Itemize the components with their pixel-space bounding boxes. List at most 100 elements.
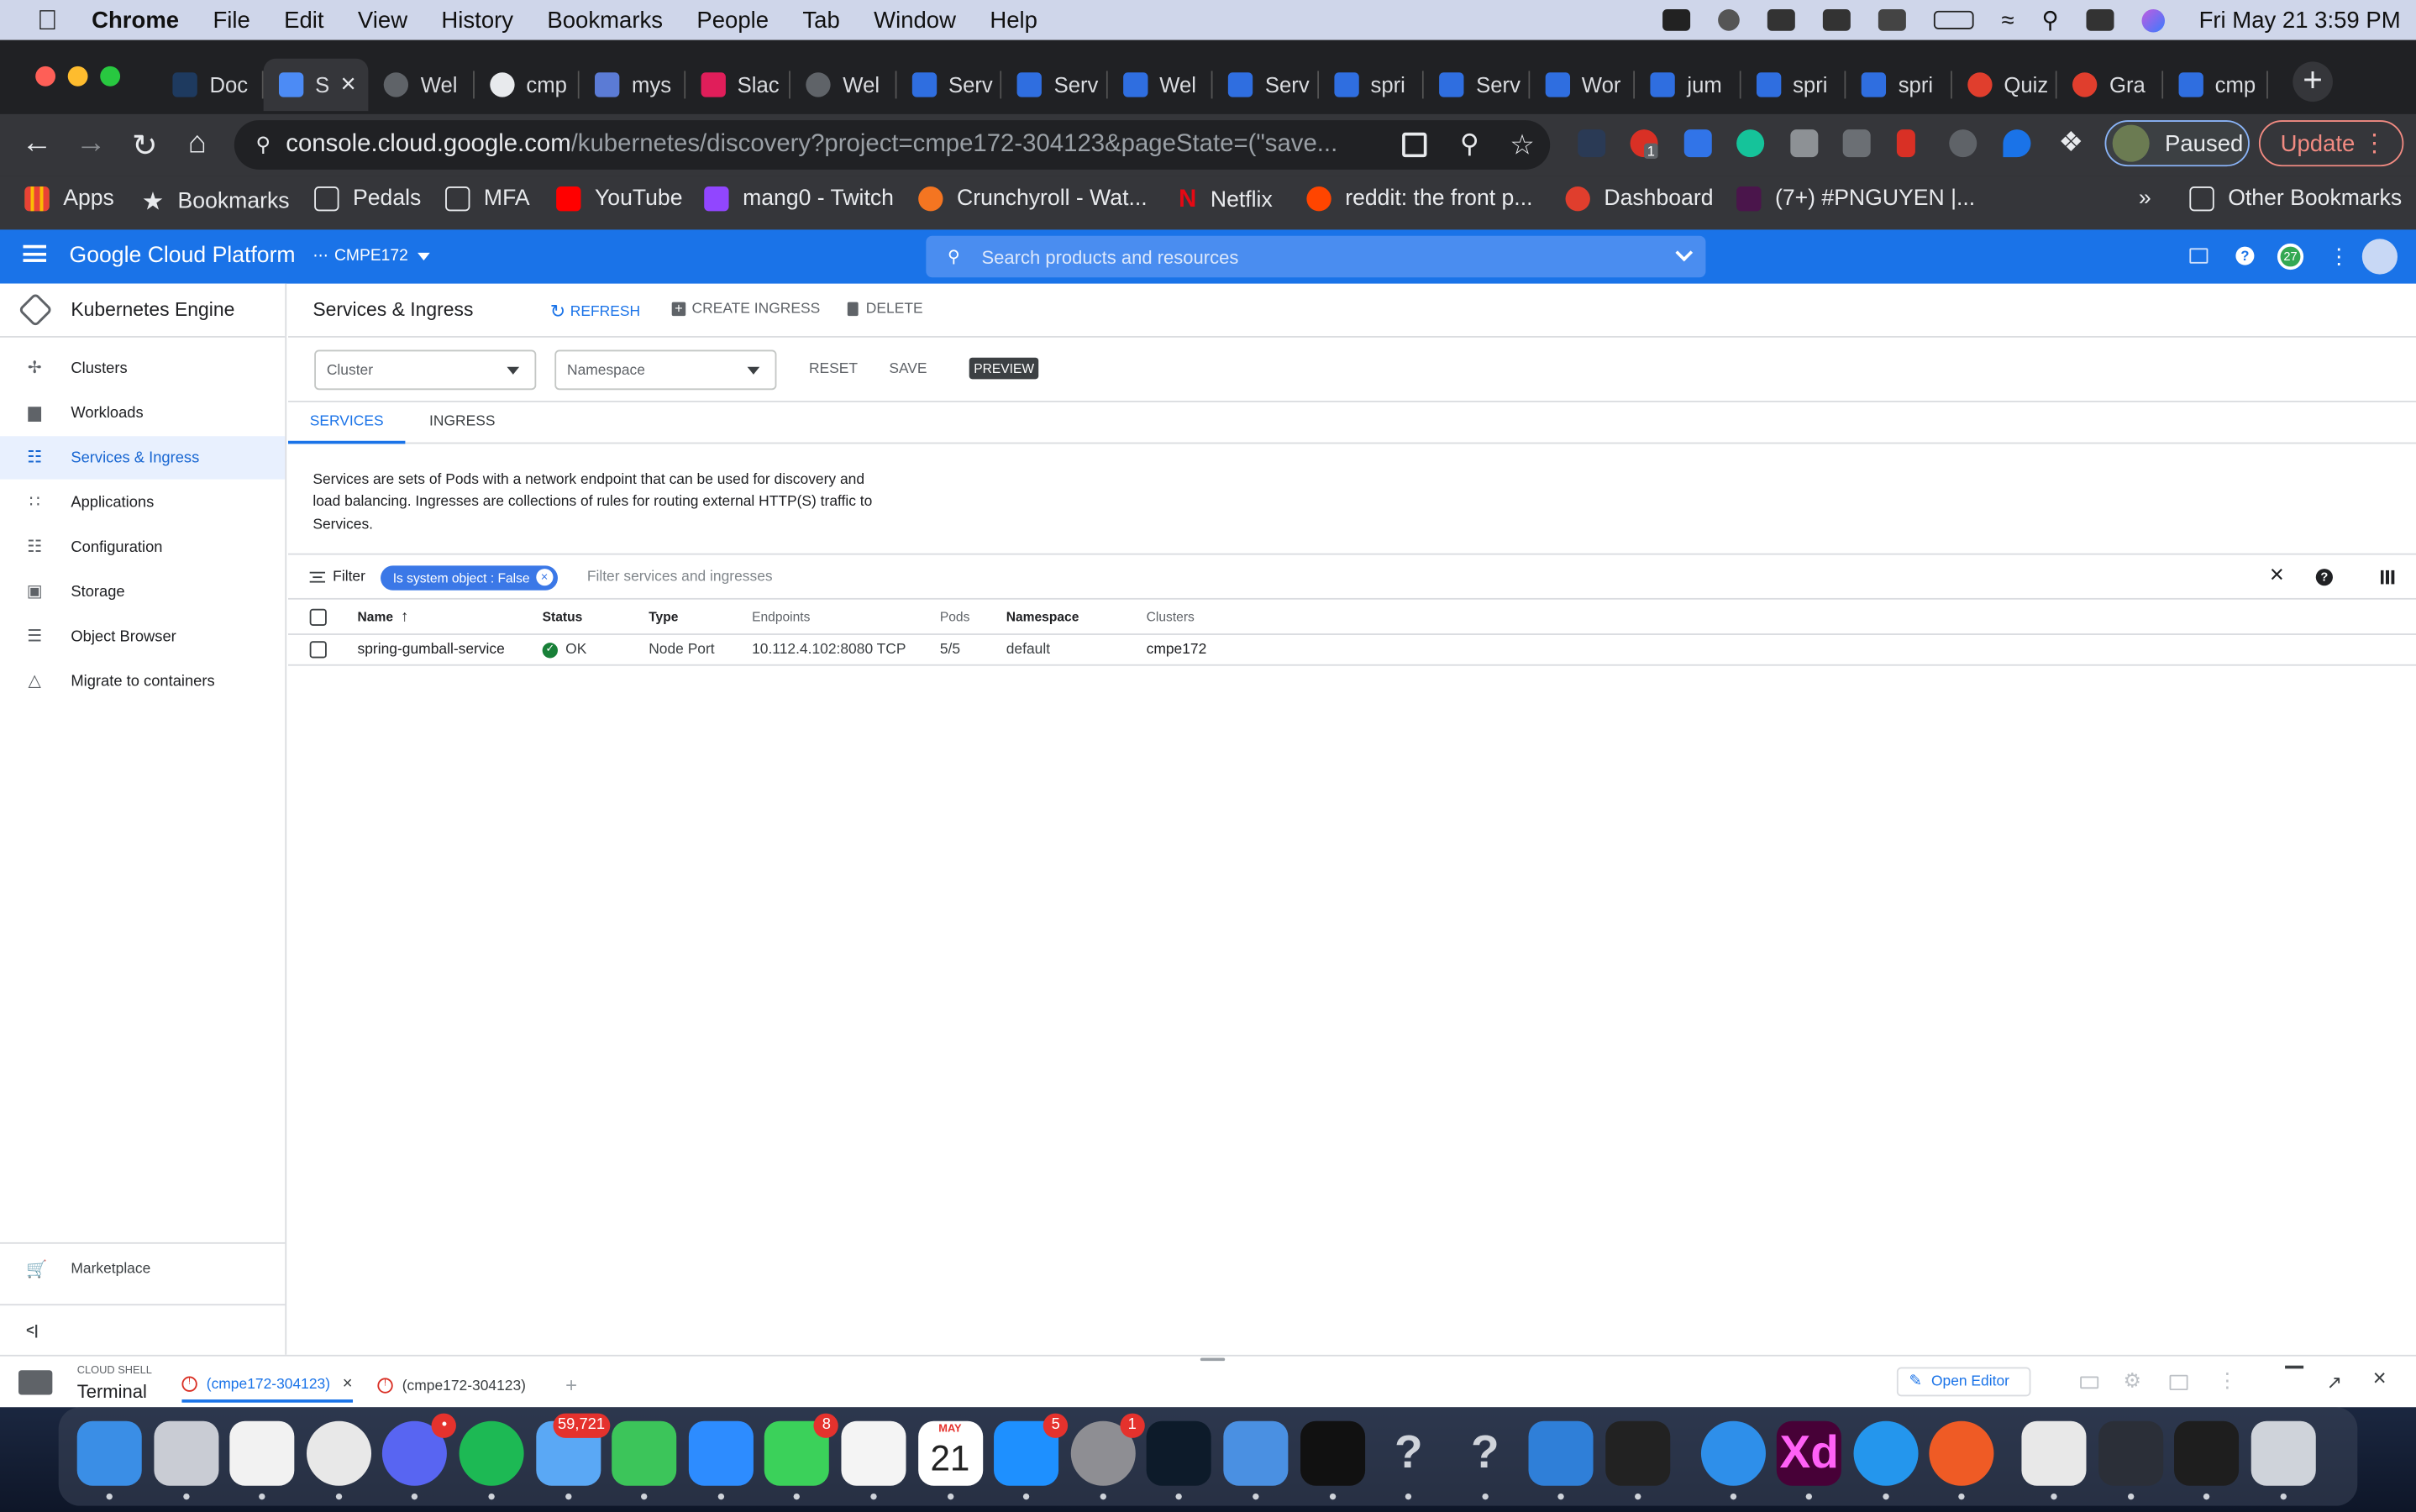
bookmark-reddit[interactable]: reddit: the front p... bbox=[1306, 186, 1532, 212]
cloud-shell-icon[interactable] bbox=[2189, 248, 2209, 264]
browser-tab[interactable]: Wel bbox=[1107, 59, 1213, 111]
bookmark-dashboard[interactable]: Dashboard bbox=[1565, 186, 1713, 212]
status-circle-icon[interactable] bbox=[1717, 9, 1740, 31]
launchpad-icon[interactable] bbox=[153, 1420, 218, 1500]
column-header-endpoints[interactable]: Endpoints bbox=[752, 609, 810, 624]
unknown-app-icon[interactable]: ? bbox=[1452, 1421, 1517, 1500]
minimize-window-button[interactable] bbox=[67, 66, 88, 87]
forward-arrow-icon[interactable]: → bbox=[72, 126, 109, 161]
project-selector[interactable]: ⋯ CMPE172 bbox=[313, 247, 430, 265]
extension-flag-icon[interactable] bbox=[1896, 129, 1915, 158]
delete-button[interactable]: DELETE bbox=[847, 301, 923, 318]
column-header-namespace[interactable]: Namespace bbox=[1006, 609, 1079, 624]
close-tab-icon[interactable]: × bbox=[343, 1375, 353, 1394]
notifications-badge[interactable]: 27 bbox=[2277, 243, 2304, 270]
extensions-puzzle-icon[interactable]: ❖ bbox=[2058, 126, 2083, 159]
zoom-icon[interactable] bbox=[688, 1420, 754, 1500]
open-new-window-icon[interactable]: ↗ bbox=[2327, 1372, 2342, 1394]
time-machine-icon[interactable] bbox=[1822, 9, 1851, 31]
calendar-icon[interactable]: MAY 21 bbox=[917, 1420, 983, 1500]
browser-tab[interactable]: spri bbox=[1318, 59, 1424, 111]
browser-tab[interactable]: Slac bbox=[685, 59, 790, 111]
sidebar-item-workloads[interactable]: ▆ Workloads bbox=[0, 391, 285, 434]
paw-icon[interactable] bbox=[229, 1420, 295, 1500]
battery-icon[interactable] bbox=[1933, 10, 1974, 29]
menu-view[interactable]: View bbox=[358, 7, 407, 33]
shell-tab-1[interactable]: ! (cmpe172-304123) × bbox=[181, 1368, 353, 1403]
zip-file-icon[interactable] bbox=[2021, 1420, 2087, 1500]
reset-button[interactable]: RESET bbox=[809, 360, 858, 377]
fork-icon[interactable] bbox=[1529, 1420, 1594, 1500]
spotlight-search-icon[interactable]: ⚲ bbox=[2041, 6, 2058, 34]
column-header-status[interactable]: Status bbox=[543, 609, 583, 624]
discord-icon[interactable]: • bbox=[382, 1413, 457, 1500]
search-expand-icon[interactable] bbox=[1675, 244, 1694, 262]
browser-tab[interactable]: Serv bbox=[896, 59, 1002, 111]
lock-icon[interactable]: ⚲ bbox=[255, 133, 270, 157]
menu-history[interactable]: History bbox=[441, 7, 513, 33]
vscode-window-icon[interactable] bbox=[2174, 1420, 2240, 1500]
column-header-clusters[interactable]: Clusters bbox=[1147, 609, 1195, 624]
sidebar-item-services-ingress[interactable]: ☷ Services & Ingress bbox=[0, 436, 286, 480]
help-icon[interactable]: ? bbox=[2315, 569, 2333, 586]
bookmark-bookmarks[interactable]: ★ Bookmarks bbox=[142, 186, 290, 218]
save-button[interactable]: SAVE bbox=[889, 360, 927, 377]
tab-ingress[interactable]: INGRESS bbox=[408, 402, 516, 444]
create-ingress-button[interactable]: + CREATE INGRESS bbox=[671, 301, 820, 318]
search-input[interactable]: Search products and resources bbox=[981, 246, 1238, 268]
postman-icon[interactable] bbox=[1930, 1420, 1995, 1500]
endpoints-cell[interactable]: 10.112.4.102:8080 TCP bbox=[752, 641, 906, 658]
open-editor-button[interactable]: ✎ Open Editor bbox=[1896, 1367, 2031, 1397]
browser-tab[interactable]: cmp bbox=[474, 59, 580, 111]
column-header-name[interactable]: Name ↑ bbox=[358, 609, 409, 626]
resize-handle[interactable] bbox=[1200, 1357, 1226, 1362]
menubar-clock[interactable]: Fri May 21 3:59 PM bbox=[2199, 7, 2401, 33]
column-header-pods[interactable]: Pods bbox=[940, 609, 970, 624]
grammarly-icon[interactable] bbox=[1736, 129, 1765, 158]
extension-kube-icon[interactable] bbox=[1683, 129, 1712, 158]
update-button[interactable]: Update ⋮ bbox=[2258, 120, 2404, 167]
column-display-icon[interactable] bbox=[2380, 570, 2395, 585]
browser-tab[interactable]: Serv bbox=[1001, 59, 1107, 111]
chip-close-icon[interactable]: × bbox=[535, 569, 554, 586]
help-icon[interactable]: ? bbox=[2235, 246, 2255, 265]
menu-edit[interactable]: Edit bbox=[284, 7, 323, 33]
bookmark-mfa[interactable]: MFA bbox=[445, 186, 530, 212]
trash-icon[interactable] bbox=[2251, 1420, 2316, 1500]
filter-chip[interactable]: Is system object : False × bbox=[381, 565, 558, 591]
finder-icon[interactable] bbox=[76, 1420, 142, 1500]
extension-hand-icon[interactable] bbox=[1842, 129, 1871, 158]
browser-tab[interactable]: Quiz bbox=[1951, 59, 2057, 111]
menu-help[interactable]: Help bbox=[990, 7, 1037, 33]
extension-red-icon[interactable]: 1 bbox=[1630, 129, 1658, 159]
add-tab-button[interactable]: + bbox=[565, 1373, 577, 1397]
close-panel-icon[interactable]: × bbox=[2373, 1366, 2387, 1392]
other-bookmarks[interactable]: Other Bookmarks bbox=[2189, 186, 2402, 212]
system-preferences-icon[interactable]: 1 bbox=[1070, 1413, 1145, 1500]
product-header[interactable]: Kubernetes Engine bbox=[0, 284, 286, 338]
browser-tab[interactable]: Wel bbox=[790, 59, 896, 111]
bookmark-apps[interactable]: Apps bbox=[24, 186, 114, 212]
browser-tab[interactable]: Doc bbox=[157, 59, 263, 111]
marketplace-item[interactable]: 🛒 Marketplace bbox=[0, 1242, 286, 1294]
chrome-icon[interactable] bbox=[306, 1420, 371, 1500]
zoom-window-button[interactable] bbox=[100, 66, 121, 87]
zoom-magnifier-icon[interactable]: ⚲ bbox=[1460, 129, 1479, 160]
profile-paused-button[interactable]: Paused bbox=[2104, 120, 2250, 167]
qr-code-icon[interactable] bbox=[1402, 132, 1427, 158]
screenshot-stack-icon[interactable] bbox=[2098, 1420, 2163, 1500]
sidebar-item-object-browser[interactable]: ☰ Object Browser bbox=[0, 615, 285, 658]
menu-app-name[interactable]: Chrome bbox=[92, 7, 179, 33]
browser-tab[interactable]: spri bbox=[1846, 59, 1951, 111]
browser-tab[interactable]: Wel bbox=[368, 59, 475, 111]
column-header-type[interactable]: Type bbox=[649, 609, 678, 624]
menu-people[interactable]: People bbox=[696, 7, 769, 33]
hamburger-menu-icon[interactable] bbox=[23, 244, 47, 262]
siri-icon[interactable] bbox=[2141, 8, 2166, 32]
facetime-icon[interactable] bbox=[612, 1420, 677, 1500]
filter-input[interactable]: Filter services and ingresses bbox=[587, 569, 773, 585]
mail-icon[interactable]: 59,721 bbox=[535, 1413, 610, 1500]
reload-icon[interactable]: ↻ bbox=[126, 126, 163, 165]
account-avatar[interactable] bbox=[2361, 239, 2398, 275]
filter-button[interactable]: Filter bbox=[309, 569, 365, 585]
